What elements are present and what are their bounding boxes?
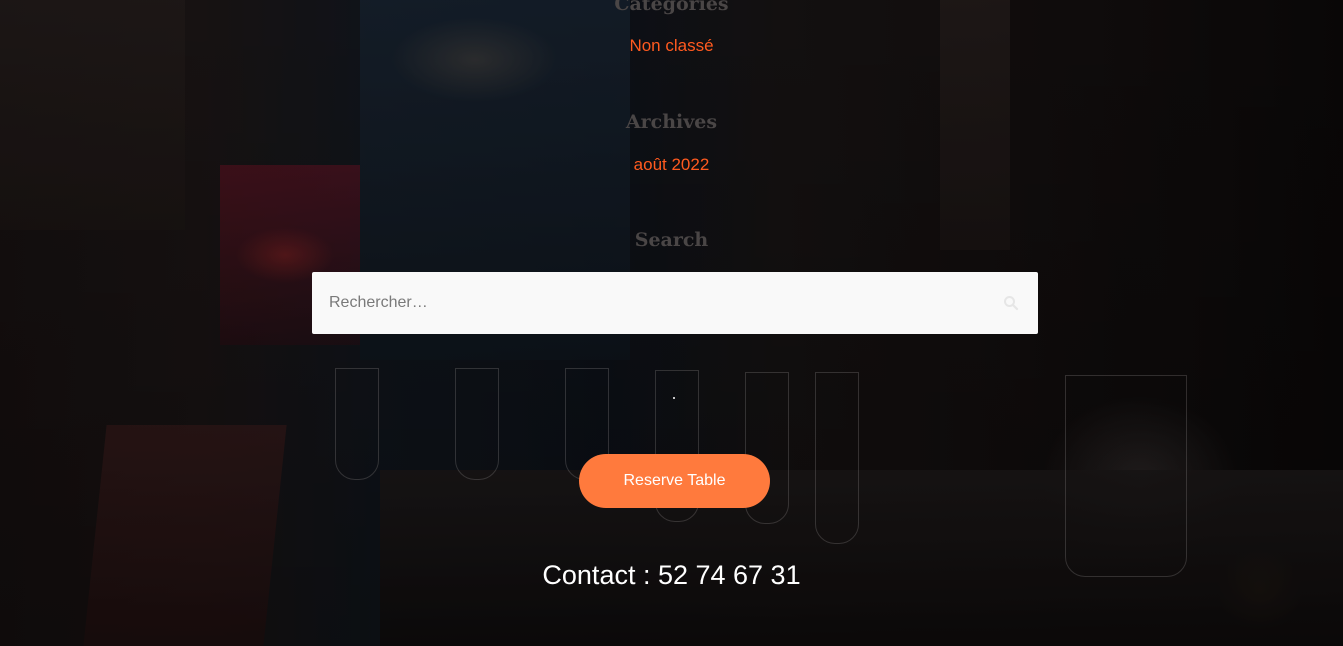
search-form [312,272,1038,334]
reserve-table-button[interactable]: Reserve Table [579,454,770,508]
search-icon [1004,296,1019,311]
decorative-dot [673,397,675,399]
category-link-non-classe[interactable]: Non classé [0,36,1343,56]
search-input[interactable] [312,272,984,334]
archives-title: Archives [625,111,718,133]
search-button[interactable] [984,272,1038,334]
archive-link-aout-2022[interactable]: août 2022 [0,155,1343,175]
page: Catégories Non classé Archives août 2022… [0,0,1343,646]
search-title: Search [634,229,709,251]
categories-title: Catégories [614,0,729,15]
contact-phone: Contact : 52 74 67 31 [542,560,801,590]
footer-widgets: Catégories Non classé Archives août 2022… [0,0,1343,646]
